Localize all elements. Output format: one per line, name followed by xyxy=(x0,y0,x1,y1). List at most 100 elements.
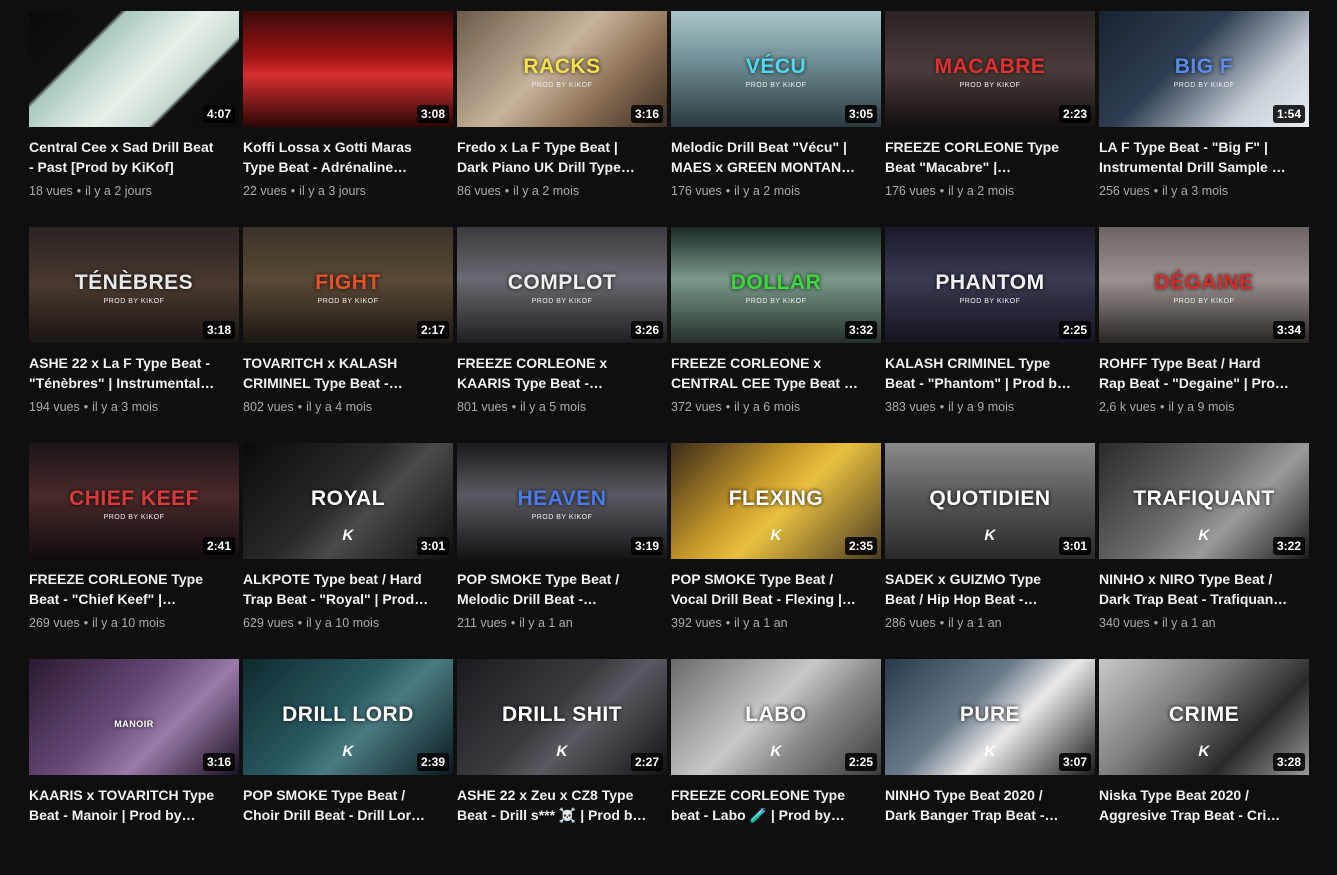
video-thumbnail[interactable]: 3:08 xyxy=(243,11,453,127)
view-count: 18 vues xyxy=(29,184,73,198)
thumbnail-title-text: DRILL LORD xyxy=(282,703,414,727)
duration-badge: 3:16 xyxy=(630,105,663,123)
video-thumbnail[interactable]: BIG F PROD BY KIKOF 1:54 xyxy=(1099,11,1309,127)
video-card[interactable]: BIG F PROD BY KIKOF 1:54 LA F Type Beat … xyxy=(1099,11,1309,227)
video-thumbnail[interactable]: RACKS PROD BY KIKOF 3:16 xyxy=(457,11,667,127)
video-title[interactable]: Central Cee x Sad Drill Beat - Past [Pro… xyxy=(29,137,219,177)
video-card[interactable]: TRAFIQUANT K 3:22 NINHO x NIRO Type Beat… xyxy=(1099,443,1309,659)
video-card[interactable]: LABO K 2:25 FREEZE CORLEONE Type beat - … xyxy=(671,659,881,875)
video-thumbnail[interactable]: DRILL SHIT K 2:27 xyxy=(457,659,667,775)
video-title[interactable]: FREEZE CORLEONE x KAARIS Type Beat - "Co… xyxy=(457,353,647,393)
video-thumbnail[interactable]: CHIEF KEEF PROD BY KIKOF 2:41 xyxy=(29,443,239,559)
video-title[interactable]: FREEZE CORLEONE Type Beat "Macabre" | In… xyxy=(885,137,1075,177)
video-card[interactable]: DOLLAR PROD BY KIKOF 3:32 FREEZE CORLEON… xyxy=(671,227,881,443)
video-card[interactable]: TÉNÈBRES PROD BY KIKOF 3:18 ASHE 22 x La… xyxy=(29,227,239,443)
video-title[interactable]: LA F Type Beat - "Big F" | Instrumental … xyxy=(1099,137,1289,177)
view-count: 340 vues xyxy=(1099,616,1150,630)
video-card[interactable]: QUOTIDIEN K 3:01 SADEK x GUIZMO Type Bea… xyxy=(885,443,1095,659)
video-thumbnail[interactable]: TÉNÈBRES PROD BY KIKOF 3:18 xyxy=(29,227,239,343)
video-card[interactable]: PHANTOM PROD BY KIKOF 2:25 KALASH CRIMIN… xyxy=(885,227,1095,443)
video-title[interactable]: SADEK x GUIZMO Type Beat / Hip Hop Beat … xyxy=(885,569,1075,609)
video-title[interactable]: KAARIS x TOVARITCH Type Beat - Manoir | … xyxy=(29,785,219,825)
video-title[interactable]: POP SMOKE Type Beat / Choir Drill Beat -… xyxy=(243,785,433,825)
video-card[interactable]: DÉGAINE PROD BY KIKOF 3:34 ROHFF Type Be… xyxy=(1099,227,1309,443)
thumbnail-prod-text: PROD BY KIKOF xyxy=(745,81,807,89)
video-thumbnail[interactable]: TRAFIQUANT K 3:22 xyxy=(1099,443,1309,559)
view-count: 383 vues xyxy=(885,400,936,414)
video-title[interactable]: TOVARITCH x KALASH CRIMINEL Type Beat - … xyxy=(243,353,433,393)
video-card[interactable]: 4:07 Central Cee x Sad Drill Beat - Past… xyxy=(29,11,239,227)
view-count: 86 vues xyxy=(457,184,501,198)
video-thumbnail[interactable]: DRILL LORD K 2:39 xyxy=(243,659,453,775)
video-thumbnail[interactable]: PURE K 3:07 xyxy=(885,659,1095,775)
duration-badge: 2:17 xyxy=(416,321,449,339)
video-thumbnail[interactable]: PHANTOM PROD BY KIKOF 2:25 xyxy=(885,227,1095,343)
video-card[interactable]: CRIME K 3:28 Niska Type Beat 2020 / Aggr… xyxy=(1099,659,1309,875)
video-card[interactable]: DRILL SHIT K 2:27 ASHE 22 x Zeu x CZ8 Ty… xyxy=(457,659,667,875)
video-title[interactable]: ASHE 22 x La F Type Beat - "Ténèbres" | … xyxy=(29,353,219,393)
video-thumbnail[interactable]: FIGHT PROD BY KIKOF 2:17 xyxy=(243,227,453,343)
meta-separator: • xyxy=(504,184,510,198)
video-title[interactable]: Niska Type Beat 2020 / Aggresive Trap Be… xyxy=(1099,785,1289,825)
video-thumbnail[interactable]: FLEXING K 2:35 xyxy=(671,443,881,559)
video-card[interactable]: 3:08 Koffi Lossa x Gotti Maras Type Beat… xyxy=(243,11,453,227)
video-thumbnail[interactable]: MACABRE PROD BY KIKOF 2:23 xyxy=(885,11,1095,127)
video-card[interactable]: RACKS PROD BY KIKOF 3:16 Fredo x La F Ty… xyxy=(457,11,667,227)
upload-age: il y a 3 mois xyxy=(92,400,159,414)
video-thumbnail[interactable]: HEAVEN PROD BY KIKOF 3:19 xyxy=(457,443,667,559)
video-thumbnail[interactable]: COMPLOT PROD BY KIKOF 3:26 xyxy=(457,227,667,343)
duration-badge: 2:35 xyxy=(844,537,877,555)
video-card[interactable]: ROYAL K 3:01 ALKPOTE Type beat / Hard Tr… xyxy=(243,443,453,659)
video-title[interactable]: KALASH CRIMINEL Type Beat - "Phantom" | … xyxy=(885,353,1075,393)
video-title[interactable]: ROHFF Type Beat / Hard Rap Beat - "Degai… xyxy=(1099,353,1289,393)
video-title[interactable]: FREEZE CORLEONE x CENTRAL CEE Type Beat … xyxy=(671,353,861,393)
video-thumbnail[interactable]: 4:07 xyxy=(29,11,239,127)
view-count: 269 vues xyxy=(29,616,80,630)
video-card[interactable]: COMPLOT PROD BY KIKOF 3:26 FREEZE CORLEO… xyxy=(457,227,667,443)
thumbnail-prod-text: PROD BY KIKOF xyxy=(745,297,807,305)
video-thumbnail[interactable]: VÉCU PROD BY KIKOF 3:05 xyxy=(671,11,881,127)
kikof-logo-icon: K xyxy=(768,526,784,544)
video-card[interactable]: FLEXING K 2:35 POP SMOKE Type Beat / Voc… xyxy=(671,443,881,659)
video-title[interactable]: NINHO x NIRO Type Beat / Dark Trap Beat … xyxy=(1099,569,1289,609)
thumbnail-prod-text: PROD BY KIKOF xyxy=(959,81,1021,89)
meta-separator: • xyxy=(1159,400,1165,414)
video-card[interactable]: PURE K 3:07 NINHO Type Beat 2020 / Dark … xyxy=(885,659,1095,875)
video-card[interactable]: MANOIR 3:16 KAARIS x TOVARITCH Type Beat… xyxy=(29,659,239,875)
video-title[interactable]: Melodic Drill Beat "Vécu" | MAES x GREEN… xyxy=(671,137,861,177)
video-title[interactable]: FREEZE CORLEONE Type Beat - "Chief Keef"… xyxy=(29,569,219,609)
video-card[interactable]: MACABRE PROD BY KIKOF 2:23 FREEZE CORLEO… xyxy=(885,11,1095,227)
video-thumbnail[interactable]: MANOIR 3:16 xyxy=(29,659,239,775)
meta-separator: • xyxy=(939,616,945,630)
kikof-logo-icon: K xyxy=(1196,526,1212,544)
kikof-logo-icon: K xyxy=(982,742,998,760)
video-title[interactable]: POP SMOKE Type Beat / Melodic Drill Beat… xyxy=(457,569,647,609)
video-title[interactable]: ALKPOTE Type beat / Hard Trap Beat - "Ro… xyxy=(243,569,433,609)
thumbnail-title-text: PURE xyxy=(959,703,1021,727)
video-title[interactable]: NINHO Type Beat 2020 / Dark Banger Trap … xyxy=(885,785,1075,825)
video-card[interactable]: FIGHT PROD BY KIKOF 2:17 TOVARITCH x KAL… xyxy=(243,227,453,443)
video-card[interactable]: CHIEF KEEF PROD BY KIKOF 2:41 FREEZE COR… xyxy=(29,443,239,659)
meta-separator: • xyxy=(297,616,303,630)
video-title[interactable]: Fredo x La F Type Beat | Dark Piano UK D… xyxy=(457,137,647,177)
video-thumbnail[interactable]: CRIME K 3:28 xyxy=(1099,659,1309,775)
video-title[interactable]: FREEZE CORLEONE Type beat - Labo 🧪 | Pro… xyxy=(671,785,861,825)
thumbnail-title-text: DÉGAINE xyxy=(1154,271,1254,295)
video-title[interactable]: POP SMOKE Type Beat / Vocal Drill Beat -… xyxy=(671,569,861,609)
video-title[interactable]: ASHE 22 x Zeu x CZ8 Type Beat - Drill s*… xyxy=(457,785,647,825)
video-thumbnail[interactable]: LABO K 2:25 xyxy=(671,659,881,775)
thumbnail-title-text: ROYAL xyxy=(310,487,386,511)
video-meta: 383 vues • il y a 9 mois xyxy=(885,400,1095,414)
video-thumbnail[interactable]: ROYAL K 3:01 xyxy=(243,443,453,559)
video-thumbnail[interactable]: QUOTIDIEN K 3:01 xyxy=(885,443,1095,559)
video-thumbnail[interactable]: DÉGAINE PROD BY KIKOF 3:34 xyxy=(1099,227,1309,343)
video-card[interactable]: DRILL LORD K 2:39 POP SMOKE Type Beat / … xyxy=(243,659,453,875)
video-title[interactable]: Koffi Lossa x Gotti Maras Type Beat - Ad… xyxy=(243,137,433,177)
upload-age: il y a 9 mois xyxy=(1168,400,1235,414)
video-meta: 802 vues • il y a 4 mois xyxy=(243,400,453,414)
upload-age: il y a 1 an xyxy=(1162,616,1216,630)
view-count: 2,6 k vues xyxy=(1099,400,1156,414)
video-card[interactable]: VÉCU PROD BY KIKOF 3:05 Melodic Drill Be… xyxy=(671,11,881,227)
video-thumbnail[interactable]: DOLLAR PROD BY KIKOF 3:32 xyxy=(671,227,881,343)
video-card[interactable]: HEAVEN PROD BY KIKOF 3:19 POP SMOKE Type… xyxy=(457,443,667,659)
